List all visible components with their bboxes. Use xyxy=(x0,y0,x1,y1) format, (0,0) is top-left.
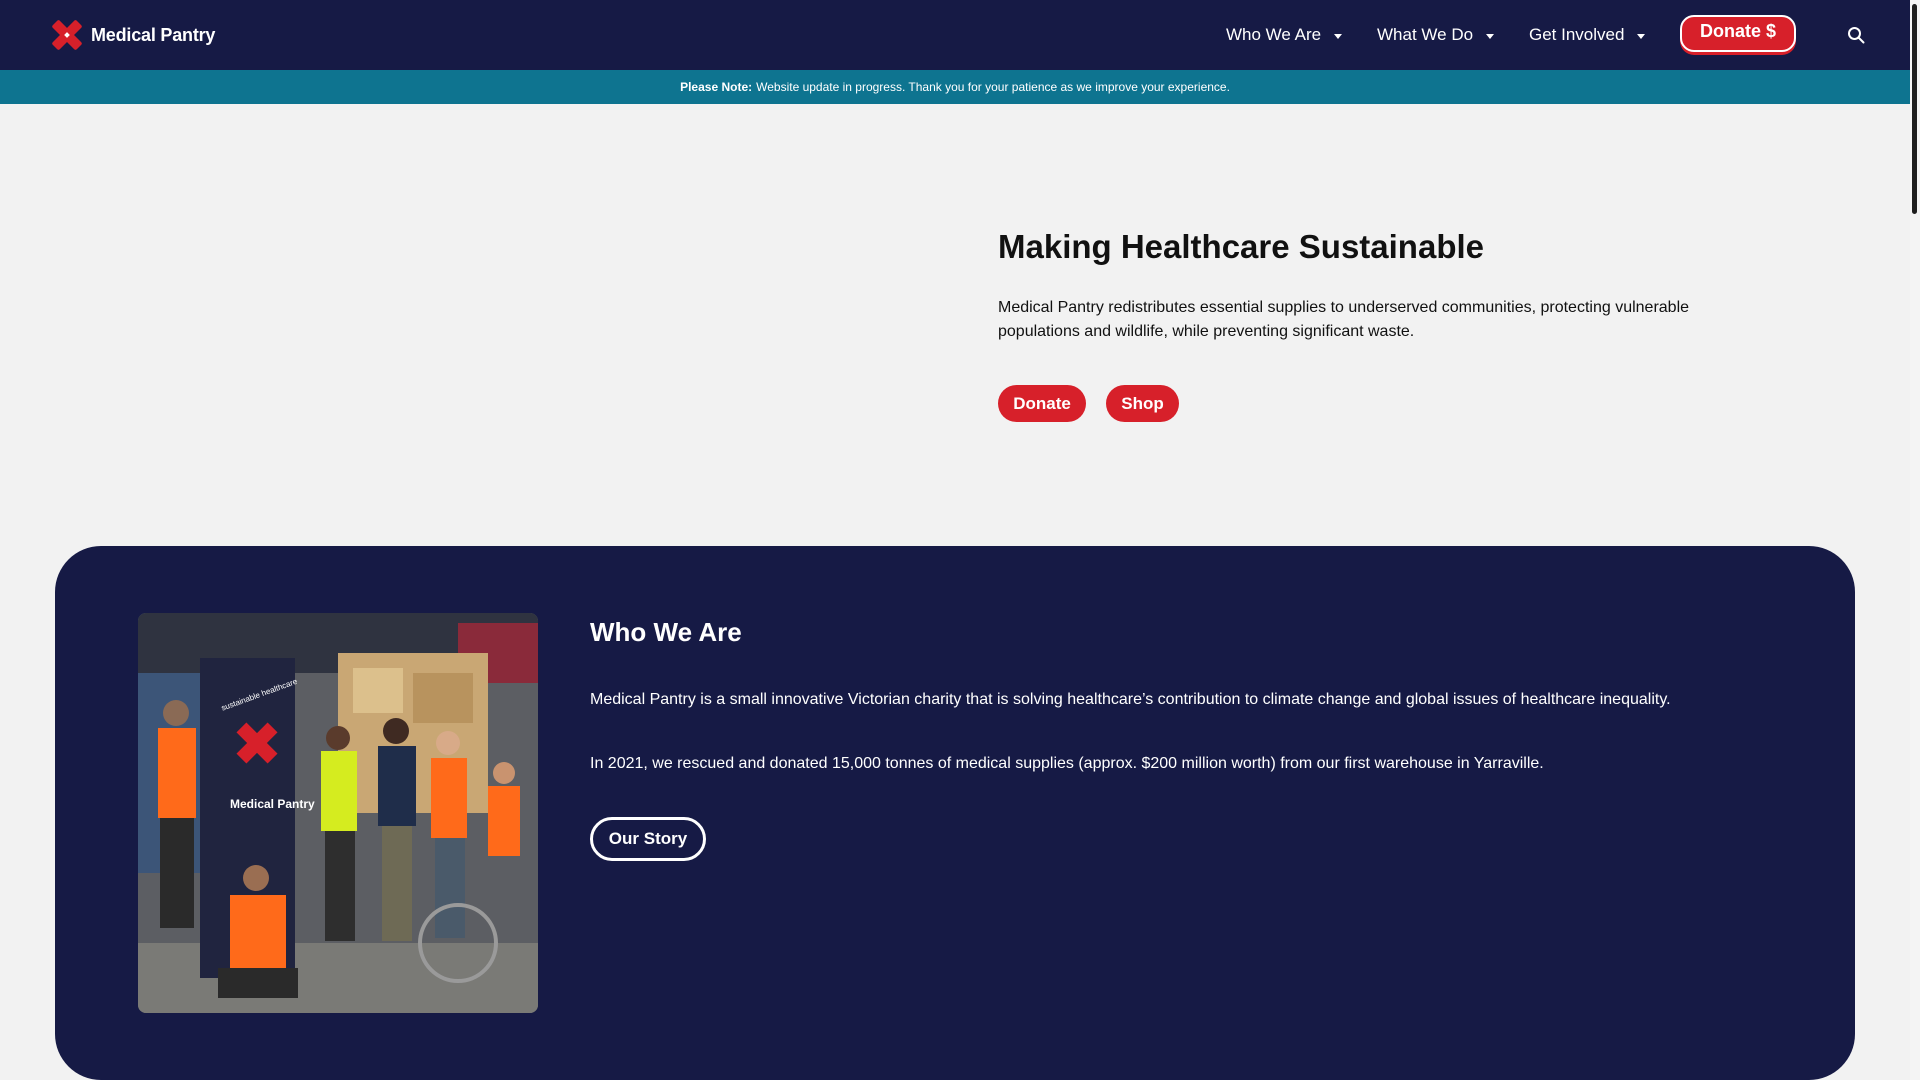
who-paragraph-1: Medical Pantry is a small innovative Vic… xyxy=(590,691,1671,708)
hero-shop-button[interactable]: Shop xyxy=(1106,385,1179,422)
chevron-down-icon xyxy=(1637,34,1646,39)
hero-donate-button[interactable]: Donate xyxy=(998,385,1086,422)
nav-label: What We Do xyxy=(1377,25,1474,44)
hero-text: Medical Pantry redistributes essential s… xyxy=(998,299,1690,340)
hero-title: Making Healthcare Sustainable xyxy=(998,228,1484,265)
header-donate-button[interactable]: Donate $ xyxy=(1680,15,1796,52)
logo-text: Medical Pantry xyxy=(91,24,216,45)
notice-prefix: Please Note: xyxy=(680,80,753,94)
nav-what-we-do[interactable]: What We Do xyxy=(1377,25,1495,45)
team-photo: Medical Pantry sustainable healthcare xyxy=(138,613,538,1013)
nav-label: Get Involved xyxy=(1529,25,1625,44)
site-header: Medical Pantry Who We Are What We Do Get… xyxy=(0,0,1910,70)
notice-message: Website update in progress. Thank you fo… xyxy=(756,80,1230,94)
nav-get-involved[interactable]: Get Involved xyxy=(1529,25,1646,45)
logo[interactable]: Medical Pantry xyxy=(50,18,215,52)
search-icon[interactable] xyxy=(1847,26,1865,44)
banner-name: Medical Pantry xyxy=(230,797,315,811)
chevron-down-icon xyxy=(1334,34,1343,39)
logo-cross-icon xyxy=(52,20,82,50)
notice-bar: Please Note: Website update in progress.… xyxy=(0,70,1910,104)
who-paragraph-2: In 2021, we rescued and donated 15,000 t… xyxy=(590,755,1544,772)
chevron-down-icon xyxy=(1486,34,1495,39)
scrollbar-thumb[interactable] xyxy=(1912,4,1917,214)
who-we-are-section: Medical Pantry sustainable healthcare Wh… xyxy=(55,546,1855,1080)
who-title: Who We Are xyxy=(590,617,742,647)
nav-label: Who We Are xyxy=(1226,25,1322,44)
team-photo-illustration: Medical Pantry sustainable healthcare xyxy=(138,613,538,1013)
nav-who-we-are[interactable]: Who We Are xyxy=(1226,25,1343,45)
our-story-button[interactable]: Our Story xyxy=(590,817,706,861)
page-scrollbar[interactable] xyxy=(1910,0,1920,1080)
